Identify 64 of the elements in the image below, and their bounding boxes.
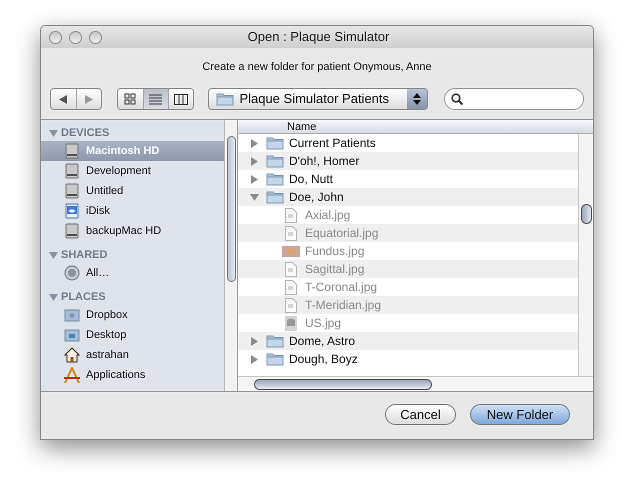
list-view-icon [149, 94, 162, 104]
pencil-ruler-icon [63, 366, 81, 384]
document-icon [285, 298, 297, 312]
view-mode-button[interactable] [168, 89, 194, 109]
folder-icon [266, 136, 284, 150]
sidebar-item[interactable]: All… [41, 263, 224, 283]
hard-drive-icon [65, 143, 79, 159]
sidebar-item[interactable]: Applications [41, 365, 224, 385]
folder-icon [64, 328, 80, 342]
document-icon [285, 262, 297, 276]
vertical-scrollbar[interactable] [224, 120, 237, 391]
hard-drive-icon [65, 183, 79, 199]
window-control[interactable] [49, 30, 62, 44]
right-arrow-icon [84, 94, 93, 104]
image-thumbnail-icon [285, 316, 297, 330]
window-title: Open : Plaque Simulator [246, 28, 390, 46]
grid-view-icon [124, 93, 136, 105]
sidebar-item[interactable]: Dropbox [41, 305, 224, 325]
column-header[interactable]: Name [238, 120, 593, 134]
folder-row[interactable]: D'oh!, Homer [238, 152, 578, 170]
folder-icon [266, 172, 284, 186]
view-mode-button[interactable] [118, 89, 143, 109]
house-icon [64, 347, 80, 363]
hard-drive-icon [65, 223, 79, 239]
folder-icon [64, 308, 80, 322]
folder-icon [266, 154, 284, 168]
sidebar-item[interactable]: Desktop [41, 325, 224, 345]
folder-icon [266, 190, 284, 204]
dialog-button[interactable]: Cancel [385, 404, 456, 425]
section-header: DEVICES [61, 126, 110, 141]
folder-row[interactable]: Doe, John [238, 188, 578, 206]
window-control[interactable] [89, 30, 102, 44]
left-arrow-icon [59, 94, 68, 104]
window-control[interactable] [69, 30, 82, 44]
document-icon [285, 226, 297, 240]
dialog-message: Create a new folder for patient Onymous, Anne [202, 60, 432, 75]
dialog-button[interactable]: New Folder [470, 404, 570, 425]
globe-icon [64, 265, 80, 281]
section-header: SHARED [61, 248, 108, 263]
vertical-scrollbar[interactable] [578, 134, 593, 376]
sidebar-item[interactable]: Untitled [41, 181, 224, 201]
sidebar-item[interactable]: backupMac HD [41, 221, 224, 241]
sidebar-item[interactable]: iDisk [41, 201, 224, 221]
search-field[interactable] [444, 88, 584, 110]
folder-icon [216, 92, 234, 106]
section-header: PLACES [61, 290, 106, 305]
columns-view-icon [174, 94, 188, 104]
hard-drive-icon [65, 163, 79, 179]
disclosure-triangle-icon[interactable] [49, 250, 58, 260]
image-thumbnail-icon [282, 246, 300, 256]
folder-icon [266, 352, 284, 366]
horizontal-scrollbar[interactable] [238, 376, 593, 391]
document-icon [285, 280, 297, 294]
sidebar-item[interactable]: astrahan [41, 345, 224, 365]
view-mode-button[interactable] [142, 89, 168, 109]
disclosure-triangle-icon[interactable] [49, 128, 58, 138]
search-icon [450, 93, 463, 105]
folder-row[interactable]: Dome, Astro [238, 332, 578, 350]
document-icon [285, 208, 297, 222]
disclosure-triangle-icon[interactable] [49, 292, 58, 302]
folder-icon [266, 334, 284, 348]
location-popup[interactable]: Plaque Simulator Patients [208, 88, 428, 110]
sidebar-item[interactable]: Development [41, 161, 224, 181]
popup-arrows-icon [406, 89, 427, 109]
